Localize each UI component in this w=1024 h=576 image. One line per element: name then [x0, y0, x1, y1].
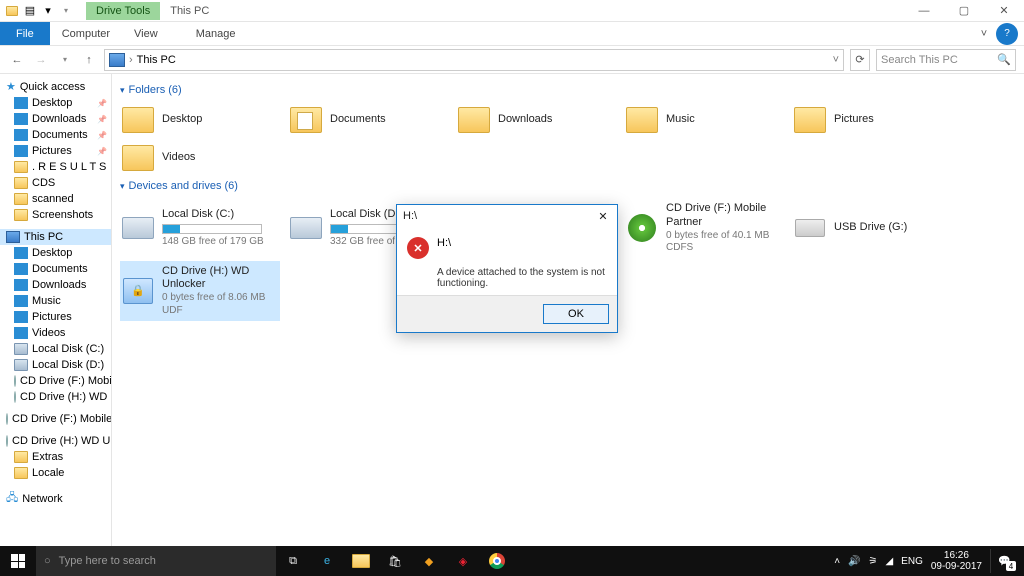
- sidebar-this-pc[interactable]: This PC: [0, 229, 111, 245]
- search-input[interactable]: Search This PC 🔍: [876, 49, 1016, 71]
- recent-locations-icon[interactable]: ▾: [56, 51, 74, 69]
- search-icon: 🔍: [997, 53, 1011, 66]
- qat-overflow-icon[interactable]: ▾: [58, 3, 74, 19]
- content-pane: ▾Folders (6) Desktop Documents Downloads…: [112, 74, 1024, 555]
- sidebar-pc-local-d[interactable]: Local Disk (D:): [0, 357, 111, 373]
- taskbar-edge-icon[interactable]: e: [310, 546, 344, 576]
- taskbar-app1-icon[interactable]: ◆: [412, 546, 446, 576]
- error-dialog: H:\ ✕ ✕ H:\ A device attached to the sys…: [396, 204, 618, 333]
- minimize-button[interactable]: —: [904, 0, 944, 22]
- taskbar-search[interactable]: ○Type here to search: [36, 546, 276, 576]
- dialog-message: A device attached to the system is not f…: [407, 267, 607, 289]
- sidebar-pc-local-c[interactable]: Local Disk (C:): [0, 341, 111, 357]
- folder-documents[interactable]: Documents: [288, 102, 448, 138]
- window-title: This PC: [160, 2, 219, 20]
- folder-videos[interactable]: Videos: [120, 140, 280, 176]
- folder-desktop[interactable]: Desktop: [120, 102, 280, 138]
- tray-chevron-icon[interactable]: ˄: [834, 556, 840, 567]
- group-drives[interactable]: ▾Devices and drives (6): [120, 176, 1016, 198]
- ribbon-expand-icon[interactable]: ˅: [972, 28, 996, 40]
- dialog-close-button[interactable]: ✕: [595, 210, 611, 223]
- explorer-icon: [4, 3, 20, 19]
- sidebar-network[interactable]: 🖧Network: [0, 487, 111, 510]
- address-dropdown-icon[interactable]: ˅: [833, 54, 839, 66]
- tab-manage[interactable]: Manage: [184, 22, 248, 45]
- folder-downloads[interactable]: Downloads: [456, 102, 616, 138]
- this-pc-icon: [109, 53, 125, 67]
- forward-button[interactable]: →: [32, 51, 50, 69]
- drive-cd-h[interactable]: 🔒 CD Drive (H:) WD Unlocker0 bytes free …: [120, 261, 280, 322]
- address-bar[interactable]: › This PC ˅: [104, 49, 844, 71]
- error-icon: ✕: [407, 237, 429, 259]
- search-placeholder: Search This PC: [881, 54, 958, 66]
- sidebar-item-cds[interactable]: CDS: [0, 175, 111, 191]
- taskbar: ○Type here to search ⧉ e 🛍 ◆ ◈ ˄ 🔊 ⚞ ◢ E…: [0, 546, 1024, 576]
- taskbar-explorer-icon[interactable]: [344, 546, 378, 576]
- sidebar-cd-h-root[interactable]: CD Drive (H:) WD Unl: [0, 433, 111, 449]
- close-button[interactable]: ✕: [984, 0, 1024, 22]
- start-button[interactable]: [0, 546, 36, 576]
- tab-view[interactable]: View: [122, 22, 170, 45]
- taskbar-chrome-icon[interactable]: [480, 546, 514, 576]
- sidebar-pc-cd-h[interactable]: CD Drive (H:) WD U: [0, 389, 111, 405]
- ribbon: File Computer View Manage ˅ ?: [0, 22, 1024, 46]
- sidebar-item-scanned[interactable]: scanned: [0, 191, 111, 207]
- tray-network-icon[interactable]: ⚞: [869, 556, 878, 567]
- tray-language[interactable]: ENG: [901, 556, 923, 567]
- folder-music[interactable]: Music: [624, 102, 784, 138]
- back-button[interactable]: ←: [8, 51, 26, 69]
- sidebar-cd-f-root[interactable]: CD Drive (F:) Mobile I: [0, 411, 111, 427]
- sidebar-locale[interactable]: Locale: [0, 465, 111, 481]
- sidebar-pc-music[interactable]: Music: [0, 293, 111, 309]
- taskbar-store-icon[interactable]: 🛍: [378, 546, 412, 576]
- properties-qat-icon[interactable]: ▤: [22, 3, 38, 19]
- sidebar-item-results[interactable]: . R E S U L T S: [0, 159, 111, 175]
- sidebar-item-screenshots[interactable]: Screenshots: [0, 207, 111, 223]
- ok-button[interactable]: OK: [543, 304, 609, 324]
- contextual-tab-drive-tools[interactable]: Drive Tools: [86, 2, 160, 20]
- tray-clock[interactable]: 16:26 09-09-2017: [931, 550, 982, 572]
- sidebar-item-pictures[interactable]: Pictures: [0, 143, 111, 159]
- tray-wifi-icon[interactable]: ◢: [885, 556, 893, 567]
- dialog-titlebar[interactable]: H:\ ✕: [397, 205, 617, 227]
- sidebar-quick-access[interactable]: ★Quick access: [0, 78, 111, 95]
- sidebar-item-documents[interactable]: Documents: [0, 127, 111, 143]
- sidebar-pc-downloads[interactable]: Downloads: [0, 277, 111, 293]
- tab-file[interactable]: File: [0, 22, 50, 45]
- tab-computer[interactable]: Computer: [50, 22, 122, 45]
- sidebar-pc-documents[interactable]: Documents: [0, 261, 111, 277]
- task-view-button[interactable]: ⧉: [276, 546, 310, 576]
- folder-pictures[interactable]: Pictures: [792, 102, 952, 138]
- cortana-icon: ○: [44, 555, 51, 567]
- taskbar-app2-icon[interactable]: ◈: [446, 546, 480, 576]
- sidebar-pc-desktop[interactable]: Desktop: [0, 245, 111, 261]
- new-folder-qat-icon[interactable]: ▾: [40, 3, 56, 19]
- navigation-pane: ★Quick access Desktop Downloads Document…: [0, 74, 112, 555]
- sidebar-item-desktop[interactable]: Desktop: [0, 95, 111, 111]
- dialog-heading: H:\: [437, 237, 451, 249]
- sidebar-pc-pictures[interactable]: Pictures: [0, 309, 111, 325]
- chevron-right-icon[interactable]: ›: [129, 54, 133, 66]
- drive-cd-f[interactable]: CD Drive (F:) Mobile Partner0 bytes free…: [624, 198, 784, 259]
- help-icon[interactable]: ?: [996, 23, 1018, 45]
- quick-access-toolbar: ▤ ▾ ▾: [0, 3, 74, 19]
- sidebar-item-downloads[interactable]: Downloads: [0, 111, 111, 127]
- dialog-title: H:\: [403, 210, 417, 222]
- refresh-button[interactable]: ⟳: [850, 49, 870, 71]
- navigation-bar: ← → ▾ ↑ › This PC ˅ ⟳ Search This PC 🔍: [0, 46, 1024, 74]
- sidebar-extras[interactable]: Extras: [0, 449, 111, 465]
- sidebar-pc-cd-f[interactable]: CD Drive (F:) Mobile: [0, 373, 111, 389]
- drive-usb-g[interactable]: USB Drive (G:): [792, 198, 952, 259]
- tray-volume-icon[interactable]: 🔊: [848, 556, 860, 567]
- sidebar-pc-videos[interactable]: Videos: [0, 325, 111, 341]
- maximize-button[interactable]: ▢: [944, 0, 984, 22]
- group-folders[interactable]: ▾Folders (6): [120, 80, 1016, 102]
- drive-local-c[interactable]: Local Disk (C:)148 GB free of 179 GB: [120, 198, 280, 259]
- titlebar: ▤ ▾ ▾ Drive Tools This PC — ▢ ✕: [0, 0, 1024, 22]
- breadcrumb[interactable]: This PC: [137, 54, 176, 66]
- action-center-button[interactable]: 💬4: [990, 549, 1018, 573]
- up-button[interactable]: ↑: [80, 51, 98, 69]
